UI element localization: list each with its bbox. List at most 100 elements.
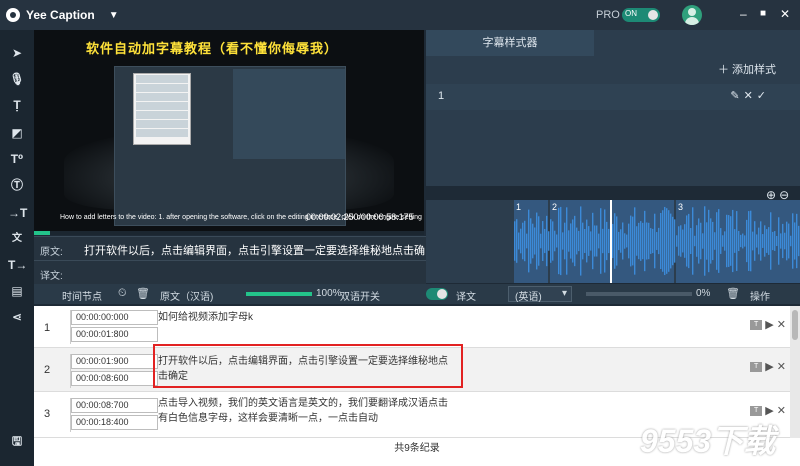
waveform-bar [770,212,772,270]
scrollbar-thumb[interactable] [792,310,798,340]
delete-icon[interactable]: ✕ [777,319,786,331]
waveform-bar [750,210,752,272]
source-percent: 100% [316,288,342,299]
table-row[interactable]: 1 00:00:00:000 00:00:01:800 如何给视频添加字母k T… [34,306,790,348]
waveform-bar [586,219,588,263]
check-icon[interactable]: ✓ [757,90,770,102]
delete-icon[interactable]: ✕ [777,405,786,417]
waveform-bar [518,232,520,250]
save-icon[interactable]: 🖫 [8,432,26,450]
trash-icon[interactable]: 🗑 [136,287,150,300]
waveform-bar [694,235,696,247]
end-time-field[interactable]: 00:00:08:600 [71,371,158,386]
waveform-bar [614,213,616,269]
waveform-bar [798,225,800,257]
waveform-bar [730,216,732,266]
waveform-bar [644,210,646,272]
minimize-button[interactable]: – [740,7,747,21]
waveform-bar [744,235,746,247]
waveform-area[interactable]: 1 2 3 [426,200,800,283]
waveform-bar [736,211,738,271]
waveform-bar [622,222,624,260]
waveform-bar [542,221,544,261]
waveform-bar [566,207,568,275]
waveform-bar [766,229,768,253]
edit-icon[interactable]: ✎ [730,90,743,102]
microphone-icon[interactable]: 🎙 [8,70,26,88]
voice-text-icon[interactable]: T⁰ [8,150,26,168]
time-column-header: 时间节点 [62,292,102,303]
waveform-bar [562,232,564,250]
waveform-bar [738,230,740,252]
row-time-fields: 00:00:01:900 00:00:08:600 [70,354,158,388]
waveform-bar [680,225,682,257]
text-style-icon[interactable]: T [750,362,763,373]
waveform-bar [516,219,518,263]
waveform-bar [636,226,638,256]
start-time-field[interactable]: 00:00:08:700 [71,398,158,413]
end-time-field[interactable]: 00:00:18:400 [71,415,158,430]
waveform-bar [642,222,644,260]
video-preview[interactable]: 软件自动加字幕教程（看不懂你侮辱我） How to add letters to… [34,30,424,235]
language-select[interactable]: (英语) ▾ [508,286,572,303]
text-replace-icon[interactable]: T→ [8,256,27,274]
video-progress-bar[interactable] [34,231,424,235]
waveform-bar [578,230,580,252]
film-icon[interactable]: ▤ [8,282,26,300]
play-icon[interactable]: ▶ [765,361,773,373]
text-export-icon[interactable]: →T [8,204,27,222]
clock-icon[interactable]: ⏲ [118,287,127,300]
waveform-bar [638,222,640,260]
translate-icon[interactable]: 文 [8,230,26,248]
text-style-icon[interactable]: T [750,320,763,331]
row-source-text[interactable]: 点击导入视频，我们的英文语言是英文的，我们要翻译成汉语点击有白色信息字母，这样会… [158,396,448,426]
plus-icon: ＋ [717,64,729,76]
text-box-icon[interactable]: Ⓣ [8,176,26,194]
start-time-field[interactable]: 00:00:00:000 [71,310,158,325]
waveform-bar [654,213,656,269]
row-time-fields: 00:00:08:700 00:00:18:400 [70,398,158,432]
end-time-field[interactable]: 00:00:01:800 [71,327,158,342]
table-scrollbar[interactable] [790,306,800,438]
waveform-bar [582,222,584,260]
app-menu-chevron-down-icon[interactable]: ▼ [109,10,119,21]
row-time-fields: 00:00:00:000 00:00:01:800 [70,310,158,344]
shape-tool-icon[interactable]: ◩ [8,124,26,142]
waveform-bar [560,206,562,276]
waveform-bar [536,212,538,270]
close-button[interactable]: ✕ [780,7,790,21]
start-time-field[interactable]: 00:00:01:900 [71,354,158,369]
pro-toggle[interactable]: ON [622,8,660,22]
style-row[interactable]: 1 ✎✕✓ [426,84,800,110]
trash-icon[interactable]: 🗑 [726,287,740,300]
video-inner-screenshot [114,66,346,226]
waveform-bar [682,229,684,253]
waveform-bar [534,227,536,255]
add-style-button[interactable]: ＋ 添加样式 [718,61,776,77]
maximize-button[interactable]: ■ [760,7,766,21]
text-tool-icon[interactable]: Ṭ [8,96,26,114]
cursor-tool-icon[interactable]: ➤ [8,44,26,62]
play-icon[interactable]: ▶ [765,319,773,331]
row-source-text[interactable]: 如何给视频添加字母k [158,310,448,325]
waveform-bar [548,231,550,251]
waveform-bar [732,209,734,273]
delete-icon[interactable]: ✕ [777,361,786,373]
waveform-bar [784,232,786,250]
waveform-bar [584,229,586,253]
waveform-bar [760,221,762,261]
waveform-bar [544,228,546,254]
video-inner-panel [233,69,345,159]
waveform-bar [552,221,554,261]
tab-subtitle-styles[interactable]: 字幕样式器 [426,30,594,56]
text-style-icon[interactable]: T [750,406,763,417]
waveform-bar [776,235,778,247]
close-icon[interactable]: ✕ [744,90,757,102]
user-avatar[interactable] [682,5,702,25]
share-icon[interactable]: ⋖ [8,308,26,326]
waveform-bar [740,234,742,248]
translation-column-header: 译文 [456,292,476,303]
playhead-line[interactable] [610,200,612,283]
bilingual-toggle[interactable] [426,288,448,300]
waveform-bar [530,218,532,264]
